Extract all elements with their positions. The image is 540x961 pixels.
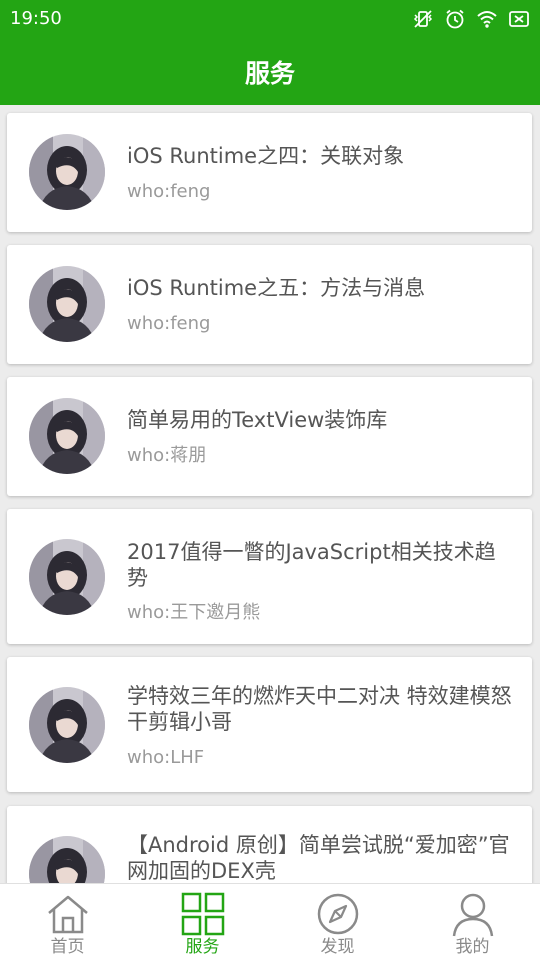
avatar — [29, 266, 105, 342]
avatar — [29, 134, 105, 210]
tab-label: 我的 — [455, 937, 490, 957]
status-bar: 19:50 — [0, 0, 540, 38]
status-time: 19:50 — [10, 8, 62, 29]
wifi-icon — [476, 8, 498, 30]
article-card[interactable]: 学特效三年的燃炸天中二对决 特效建模怒干剪辑小哥 who:LHF — [7, 657, 532, 792]
home-icon — [45, 891, 91, 937]
article-author: who:feng — [127, 181, 211, 202]
avatar — [29, 836, 105, 883]
tab-label: 首页 — [50, 937, 85, 957]
tab-label: 发现 — [320, 937, 355, 957]
article-card[interactable]: 简单易用的TextView装饰库 who:蒋朋 — [7, 377, 532, 496]
alarm-clock-icon — [444, 8, 466, 30]
compass-icon — [315, 891, 361, 937]
tab-mine[interactable]: 我的 — [405, 884, 540, 961]
person-icon — [450, 891, 496, 937]
article-title[interactable]: 【Android 原创】简单尝试脱“爱加密”官网加固的DEX壳 — [127, 832, 514, 883]
article-title[interactable]: 简单易用的TextView装饰库 — [127, 407, 514, 433]
article-title[interactable]: 2017值得一瞥的JavaScript相关技术趋势 — [127, 539, 514, 591]
article-author: who:王下邀月熊 — [127, 602, 261, 623]
article-card[interactable]: iOS Runtime之五：方法与消息 who:feng — [7, 245, 532, 364]
grid-icon — [180, 891, 226, 937]
avatar — [29, 539, 105, 615]
article-card[interactable]: 2017值得一瞥的JavaScript相关技术趋势 who:王下邀月熊 — [7, 509, 532, 644]
tab-discover[interactable]: 发现 — [270, 884, 405, 961]
article-title[interactable]: iOS Runtime之五：方法与消息 — [127, 275, 514, 301]
vibrate-off-icon — [412, 8, 434, 30]
article-author: who:LHF — [127, 747, 205, 768]
article-author: who:蒋朋 — [127, 445, 207, 466]
tab-label: 服务 — [185, 937, 220, 957]
bottom-tab-bar: 首页 服务 发现 我的 — [0, 883, 540, 961]
tab-service[interactable]: 服务 — [135, 884, 270, 961]
tab-home[interactable]: 首页 — [0, 884, 135, 961]
article-card[interactable]: iOS Runtime之四：关联对象 who:feng — [7, 113, 532, 232]
status-icons — [412, 8, 530, 30]
article-title[interactable]: 学特效三年的燃炸天中二对决 特效建模怒干剪辑小哥 — [127, 683, 514, 735]
avatar — [29, 687, 105, 763]
article-author: who:feng — [127, 313, 211, 334]
article-title[interactable]: iOS Runtime之四：关联对象 — [127, 143, 514, 169]
article-list[interactable]: iOS Runtime之四：关联对象 who:feng iOS Runtime之… — [0, 105, 540, 883]
app-bar: 服务 — [0, 38, 540, 105]
avatar — [29, 398, 105, 474]
page-title: 服务 — [244, 58, 295, 88]
article-card[interactable]: 【Android 原创】简单尝试脱“爱加密”官网加固的DEX壳 — [7, 806, 532, 883]
no-sim-icon — [508, 8, 530, 30]
